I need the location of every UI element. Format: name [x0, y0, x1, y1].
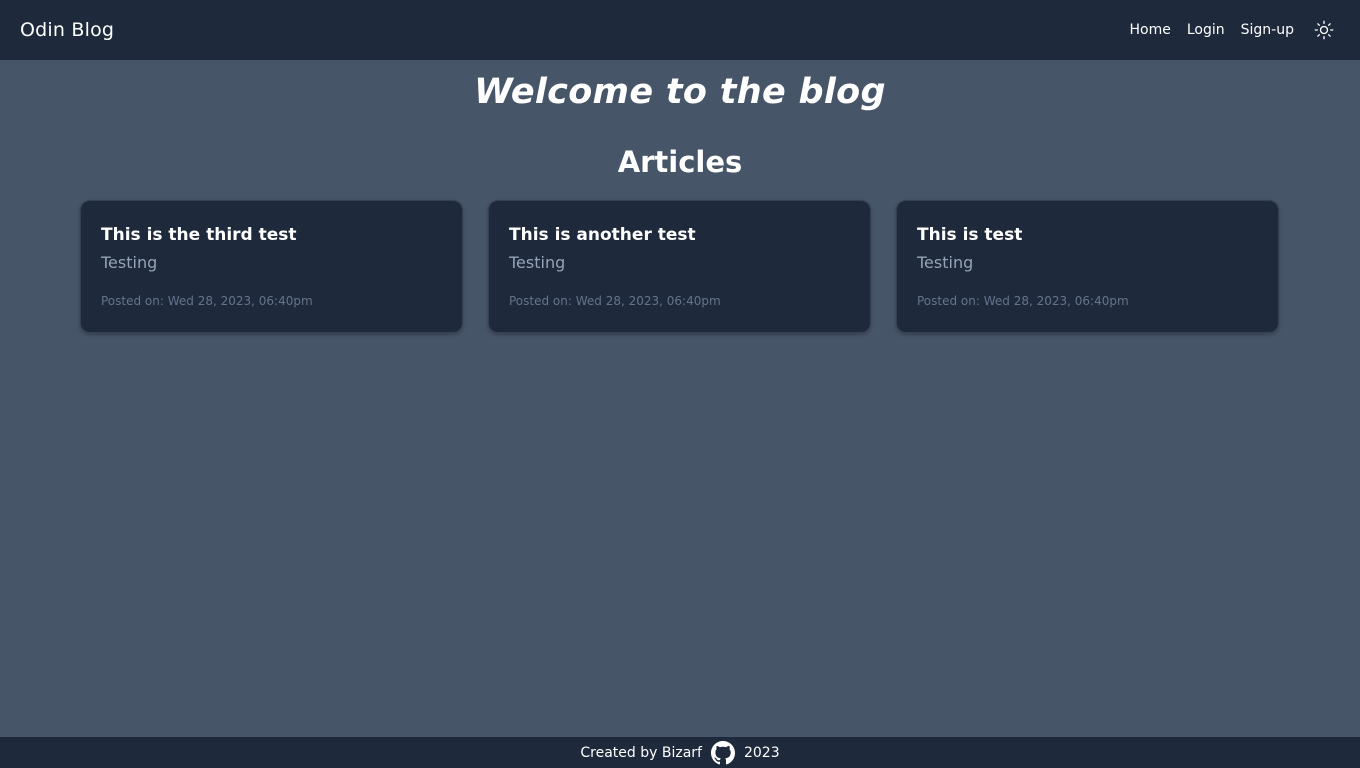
brand-link[interactable]: Odin Blog [20, 19, 114, 41]
article-title: This is another test [509, 225, 696, 245]
footer: Created by Bizarf 2023 [0, 737, 1360, 768]
article-list: This is the third test Testing Posted on… [80, 200, 1279, 333]
sun-icon [1314, 20, 1334, 40]
navbar: Odin Blog Home Login Sign-up [0, 0, 1360, 60]
article-card[interactable]: This is test Testing Posted on: Wed 28, … [896, 200, 1279, 333]
article-date: Posted on: Wed 28, 2023, 06:40pm [101, 294, 313, 308]
article-subtitle: Testing [917, 253, 974, 272]
footer-credit: Created by Bizarf [580, 744, 702, 761]
github-link[interactable] [710, 740, 735, 765]
nav-link-signup[interactable]: Sign-up [1241, 22, 1294, 38]
article-date: Posted on: Wed 28, 2023, 06:40pm [917, 294, 1129, 308]
article-title: This is the third test [101, 225, 297, 245]
footer-year: 2023 [743, 744, 780, 761]
theme-toggle-button[interactable] [1312, 18, 1336, 42]
nav-links: Home Login Sign-up [1130, 18, 1336, 42]
github-icon [710, 740, 735, 764]
article-date: Posted on: Wed 28, 2023, 06:40pm [509, 294, 721, 308]
article-subtitle: Testing [509, 253, 566, 272]
article-subtitle: Testing [101, 253, 158, 272]
article-card[interactable]: This is another test Testing Posted on: … [488, 200, 871, 333]
article-title: This is test [917, 225, 1023, 245]
nav-link-home[interactable]: Home [1130, 22, 1171, 38]
articles-heading: Articles [617, 145, 743, 179]
nav-link-login[interactable]: Login [1187, 22, 1225, 38]
hero-title: Welcome to the blog [474, 72, 886, 112]
article-card[interactable]: This is the third test Testing Posted on… [80, 200, 463, 333]
